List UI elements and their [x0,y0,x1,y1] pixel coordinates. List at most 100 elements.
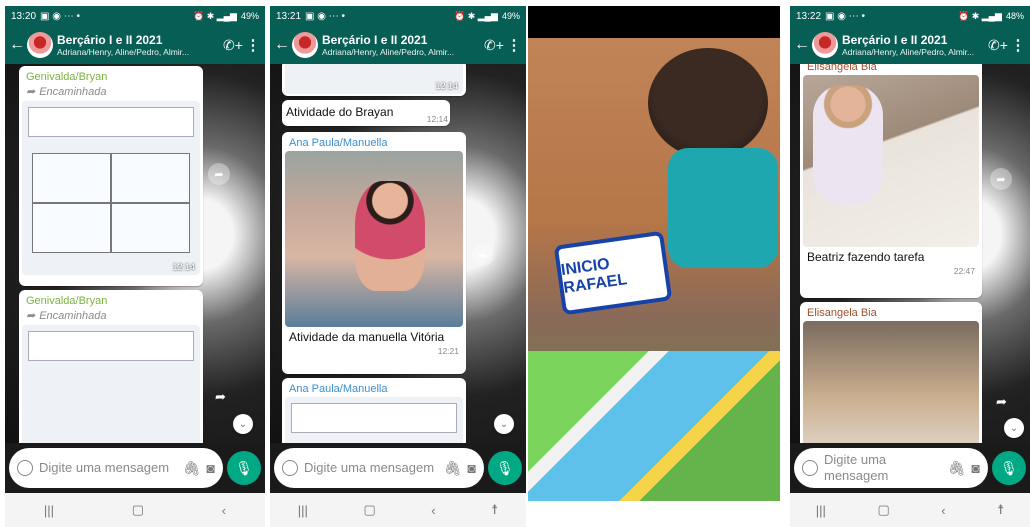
message-sender[interactable]: Elisangela Bia [803,64,979,75]
add-call-icon[interactable]: ✆+ [482,37,506,54]
message-input[interactable]: Digite uma mensagem 🖇 ◙ [274,448,484,488]
status-bar: 13:20 ▣ ◉ ⋯ • ⏰ ✱ ▂▄▆ 49% [5,6,265,26]
more-vert-icon[interactable]: ⋮ [506,36,522,54]
accessibility-icon[interactable]: ☨ [997,502,1004,518]
chat-messages[interactable]: Genivalda/Bryan ➦ Encaminhada 12:14 ➦ Gen… [5,64,265,443]
input-placeholder[interactable]: Digite uma mensagem [824,452,942,485]
camera-icon[interactable]: ◙ [207,460,215,476]
message-bubble[interactable]: Elisangela Bia Beatriz fazendo tarefa 22… [800,64,982,298]
chat-header[interactable]: ← Berçário I e II 2021 Adriana/Henry, Al… [270,26,526,64]
message-bubble[interactable]: Ana Paula/Manuella Atividade da manuella… [282,132,466,374]
attach-icon[interactable]: 🖇 [183,460,201,477]
forward-icon[interactable]: ➦ [208,163,230,185]
phone-screen-2: 13:21 ▣ ◉ ⋯ • ⏰ ✱ ▂▄▆ 49% ← Berçário I e I… [270,6,526,527]
video-frame[interactable]: INICIO RAFAEL [528,38,780,501]
message-photo[interactable] [285,151,463,327]
compose-bar: Digite uma mensagem 🖇 ◙ 🎙 [790,443,1030,493]
chat-title[interactable]: Berçário I e II 2021 [57,33,221,47]
forward-icon[interactable]: ➦ [472,244,494,266]
message-photo[interactable] [803,75,979,247]
group-avatar[interactable] [812,32,838,58]
group-avatar[interactable] [292,32,318,58]
home-icon[interactable]: ▢ [363,502,375,518]
message-photo[interactable] [22,325,200,443]
mic-button[interactable]: 🎙 [992,451,1026,485]
chat-participants[interactable]: Adriana/Henry, Aline/Pedro, Almir... [57,47,221,57]
recents-icon[interactable]: ||| [816,503,826,518]
camera-icon[interactable]: ◙ [468,460,476,476]
message-photo[interactable]: 12:14 [285,64,463,94]
home-icon[interactable]: ▢ [132,502,144,518]
home-icon[interactable]: ▢ [877,502,889,518]
message-sender[interactable]: Ana Paula/Manuella [285,135,463,151]
message-text[interactable]: Beatriz fazendo tarefa [803,247,979,266]
chevron-down-icon[interactable]: ⌄ [233,414,253,434]
message-bubble[interactable]: Ana Paula/Manuella [282,378,466,443]
camera-icon[interactable]: ◙ [972,460,980,476]
input-placeholder[interactable]: Digite uma mensagem [39,460,177,476]
status-time: 13:22 [796,10,822,22]
back-arrow-icon[interactable]: ← [794,36,810,54]
group-avatar[interactable] [27,32,53,58]
message-input[interactable]: Digite uma mensagem 🖇 ◙ [794,448,988,488]
message-bubble[interactable]: Genivalda/Bryan ➦ Encaminhada 12:14 [19,66,203,286]
recents-icon[interactable]: ||| [298,503,308,518]
chat-title[interactable]: Berçário I e II 2021 [842,33,986,47]
forward-icon[interactable]: ➦ [990,168,1012,190]
photo-child-shirt [668,148,778,268]
message-text[interactable]: Atividade da manuella Vitória [285,327,463,346]
emoji-icon[interactable] [17,460,33,476]
mic-icon: 🎙 [496,459,514,476]
chat-title[interactable]: Berçário I e II 2021 [322,33,482,47]
chevron-down-icon[interactable]: ⌄ [1004,418,1024,438]
mic-icon: 🎙 [235,459,253,476]
attach-icon[interactable]: 🖇 [444,460,462,477]
message-photo[interactable] [285,397,463,443]
message-photo[interactable]: 12:14 [22,101,200,275]
back-arrow-icon[interactable]: ← [9,36,25,54]
photo-jar: INICIO RAFAEL [553,230,673,316]
more-vert-icon[interactable]: ⋮ [245,36,261,54]
more-vert-icon[interactable]: ⋮ [1010,36,1026,54]
recents-icon[interactable]: ||| [44,503,54,518]
input-placeholder[interactable]: Digite uma mensagem [304,460,438,476]
photo-child [355,181,425,291]
message-sender[interactable]: Genivalda/Bryan [22,69,200,85]
back-arrow-icon[interactable]: ← [274,36,290,54]
message-bubble[interactable]: Genivalda/Bryan ➦ Encaminhada [19,290,203,443]
chat-header[interactable]: ← Berçário I e II 2021 Adriana/Henry, Al… [5,26,265,64]
forward-icon: ➦ [26,86,36,98]
message-bubble[interactable]: Elisangela Bia [800,302,982,443]
message-input[interactable]: Digite uma mensagem 🖇 ◙ [9,448,223,488]
system-nav-bar: ||| ▢ ‹ [5,493,265,527]
message-text[interactable]: Atividade do Brayan [286,105,393,119]
accessibility-icon[interactable]: ☨ [491,502,498,518]
message-bubble[interactable]: Atividade do Brayan 12:14 [282,100,450,126]
add-call-icon[interactable]: ✆+ [986,37,1010,54]
chat-participants[interactable]: Adriana/Henry, Aline/Pedro, Almir... [322,47,482,57]
message-sender[interactable]: Elisangela Bia [803,305,979,321]
jar-label: INICIO RAFAEL [559,255,629,297]
message-sender[interactable]: Ana Paula/Manuella [285,381,463,397]
back-icon[interactable]: ‹ [431,503,435,518]
attach-icon[interactable]: 🖇 [948,460,966,477]
message-photo[interactable] [803,321,979,443]
photo-child-head [648,48,768,158]
back-icon[interactable]: ‹ [222,503,226,518]
chat-header[interactable]: ← Berçário I e II 2021 Adriana/Henry, Al… [790,26,1030,64]
chat-messages[interactable]: 12:14 Atividade do Brayan 12:14 Ana Paul… [270,64,526,443]
message-bubble[interactable]: 12:14 [282,64,466,96]
chat-messages[interactable]: Elisangela Bia Beatriz fazendo tarefa 22… [790,64,1030,443]
add-call-icon[interactable]: ✆+ [221,37,245,54]
emoji-icon[interactable] [802,460,818,476]
share-icon[interactable]: ➦ [215,389,226,405]
mic-button[interactable]: 🎙 [227,451,261,485]
emoji-icon[interactable] [282,460,298,476]
chat-participants[interactable]: Adriana/Henry, Aline/Pedro, Almir... [842,47,986,57]
status-time: 13:20 [11,10,37,22]
message-sender[interactable]: Genivalda/Bryan [22,293,200,309]
back-icon[interactable]: ‹ [941,503,945,518]
mic-button[interactable]: 🎙 [488,451,522,485]
chevron-down-icon[interactable]: ⌄ [494,414,514,434]
share-icon[interactable]: ➦ [996,394,1007,410]
